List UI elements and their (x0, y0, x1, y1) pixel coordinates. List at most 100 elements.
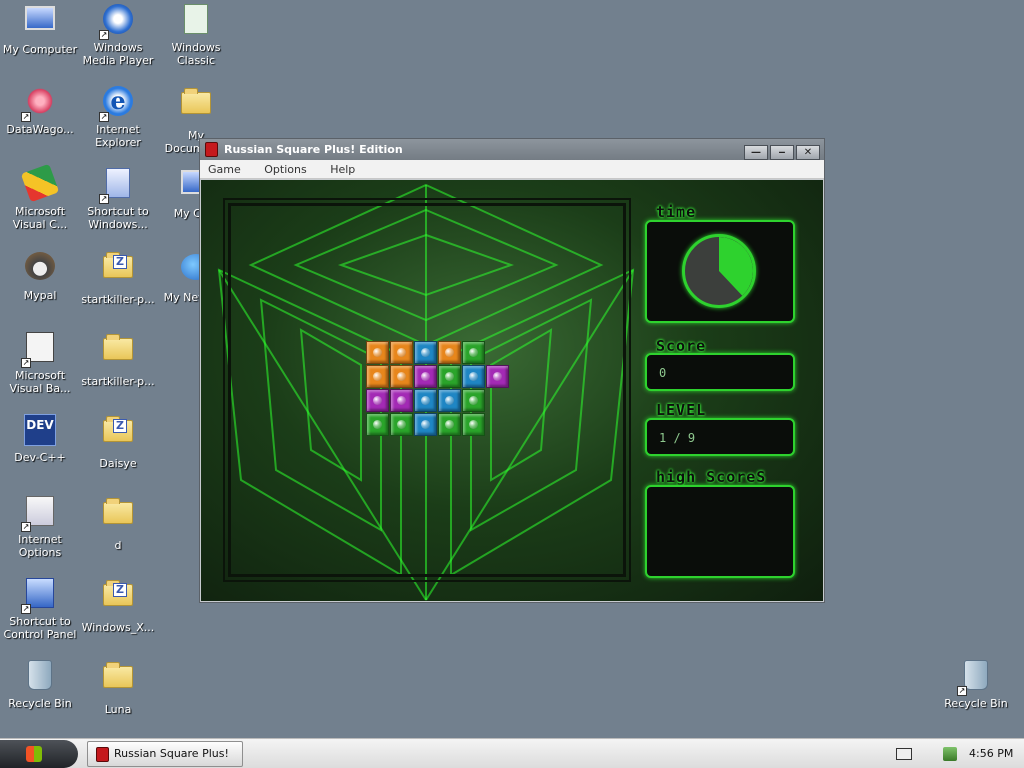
dev-cpp-icon: DEV (24, 414, 56, 446)
zip-folder-icon: Z (103, 416, 133, 442)
desktop-icon-label: Dev-C++ (14, 451, 66, 464)
timer-remaining-wedge (719, 237, 753, 296)
desktop-icon-internet-explorer[interactable]: e ↗ Internet Explorer (78, 86, 158, 149)
desktop-icon-daisye[interactable]: Z Daisye (78, 414, 158, 470)
game-block-green[interactable] (462, 389, 485, 412)
desktop-icon-recycle-bin[interactable]: Recycle Bin (0, 660, 80, 710)
system-clock[interactable]: 4:56 PM (969, 739, 1013, 768)
visual-studio-icon (20, 163, 60, 203)
shortcut-arrow-icon: ↗ (99, 112, 109, 122)
timer-dial (682, 234, 756, 308)
shortcut-arrow-icon: ↗ (21, 522, 31, 532)
level-panel: 1 / 9 (645, 418, 795, 456)
shortcut-arrow-icon: ↗ (99, 194, 109, 204)
desktop-icon-media-player[interactable]: ↗ Windows Media Player (78, 4, 158, 67)
game-block-green[interactable] (438, 413, 461, 436)
desktop-icon-label: Windows Media Player (82, 41, 154, 67)
game-block-orange[interactable] (390, 365, 413, 388)
desktop-icon-luna[interactable]: Luna (78, 660, 158, 716)
game-block-orange[interactable] (438, 341, 461, 364)
game-block-green[interactable] (462, 341, 485, 364)
desktop-icon-control-panel[interactable]: ↗ Shortcut to Control Panel (0, 578, 80, 641)
desktop-icon-dev-cpp[interactable]: DEV Dev-C++ (0, 414, 80, 464)
desktop-icon-label: Daisye (99, 457, 137, 470)
recycle-bin-icon (964, 660, 988, 690)
game-block-orange[interactable] (366, 341, 389, 364)
desktop-icon-label: startkiller-p... (81, 293, 155, 306)
taskbar-button-label: Russian Square Plus! ... (114, 747, 229, 760)
computer-icon (25, 6, 55, 30)
recycle-bin-icon (28, 660, 52, 690)
desktop-icon-startkiller-zip[interactable]: Z startkiller-p... (78, 250, 158, 306)
documents-folder-icon (181, 88, 211, 114)
game-block-blue[interactable] (414, 389, 437, 412)
desktop-icon-label: Shortcut to Control Panel (3, 615, 77, 641)
desktop-icon-label: Microsoft Visual C... (12, 205, 68, 231)
desktop-icon-d[interactable]: d (78, 496, 158, 552)
level-label: LEVEL (656, 401, 707, 419)
desktop-icon-datawago[interactable]: ↗ DataWago... (0, 86, 80, 136)
shortcut-arrow-icon: ↗ (21, 358, 31, 368)
windows-logo-icon (26, 746, 42, 762)
desktop-icon-my-computer[interactable]: My Computer (0, 4, 80, 56)
desktop-icon-label: d (114, 539, 122, 552)
game-block-blue[interactable] (462, 365, 485, 388)
menu-options[interactable]: Options (260, 163, 310, 176)
folder-icon (103, 498, 133, 524)
desktop-icon-recycle-bin-right[interactable]: ↗ Recycle Bin (936, 660, 1016, 710)
desktop-icon-internet-options[interactable]: ↗ Internet Options (0, 496, 80, 559)
game-block-purple[interactable] (390, 389, 413, 412)
game-block-purple[interactable] (414, 365, 437, 388)
menu-game[interactable]: Game (204, 163, 245, 176)
shortcut-arrow-icon: ↗ (957, 686, 967, 696)
minimize-button[interactable]: — (744, 145, 768, 160)
shortcut-arrow-icon: ↗ (99, 30, 109, 40)
game-area: time Score 0 LEVEL 1 / 9 high ScoreS (201, 180, 823, 601)
keyboard-icon[interactable] (896, 748, 912, 760)
desktop-icon-label: Shortcut to Windows... (87, 205, 149, 231)
game-block-blue[interactable] (414, 413, 437, 436)
window-title: Russian Square Plus! Edition (224, 143, 403, 156)
desktop-icon-label: Microsoft Visual Ba... (9, 369, 71, 395)
desktop-icon-label: Recycle Bin (8, 697, 72, 710)
desktop-icon-label: Recycle Bin (944, 697, 1008, 710)
desktop-icon-visual-basic[interactable]: ↗ Microsoft Visual Ba... (0, 332, 80, 395)
game-block-purple[interactable] (486, 365, 509, 388)
game-block-purple[interactable] (366, 389, 389, 412)
shortcut-file-icon (106, 168, 130, 198)
desktop-icon-shortcut-windows[interactable]: ↗ Shortcut to Windows... (78, 168, 158, 231)
app-icon (96, 747, 109, 762)
desktop-icon-mypal[interactable]: Mypal (0, 250, 80, 302)
menu-help[interactable]: Help (326, 163, 359, 176)
desktop-icon-label: Mypal (23, 289, 57, 302)
desktop-icon-label: Luna (104, 703, 132, 716)
zip-folder-icon: Z (103, 252, 133, 278)
window-titlebar[interactable]: Russian Square Plus! Edition — ‒ ✕ (200, 139, 824, 160)
high-scores-panel (645, 485, 795, 578)
game-block-green[interactable] (366, 413, 389, 436)
desktop-icon-label: My Computer (2, 43, 78, 56)
desktop-icon-windows-classic[interactable]: Windows Classic (156, 4, 236, 67)
desktop-icon-windows-x[interactable]: Z Windows_X... (78, 578, 158, 634)
timer-dial-graphic (719, 237, 753, 296)
close-button[interactable]: ✕ (796, 145, 820, 160)
taskbar: Russian Square Plus! ... 4:56 PM (0, 738, 1024, 768)
game-block-green[interactable] (390, 413, 413, 436)
network-tray-icon[interactable] (943, 747, 957, 761)
shortcut-arrow-icon: ↗ (21, 604, 31, 614)
desktop-icon-visual-c[interactable]: Microsoft Visual C... (0, 163, 80, 231)
start-button[interactable] (0, 740, 78, 768)
app-icon[interactable] (205, 142, 218, 157)
taskbar-button-russian-square[interactable]: Russian Square Plus! ... (87, 741, 243, 767)
game-block-green[interactable] (462, 413, 485, 436)
game-block-blue[interactable] (438, 389, 461, 412)
game-block-orange[interactable] (390, 341, 413, 364)
score-value: 0 (659, 366, 667, 380)
game-block-blue[interactable] (414, 341, 437, 364)
desktop-icon-startkiller-folder[interactable]: startkiller-p... (78, 332, 158, 388)
restore-button[interactable]: ‒ (770, 145, 794, 160)
game-block-green[interactable] (438, 365, 461, 388)
game-block-orange[interactable] (366, 365, 389, 388)
theme-file-icon (184, 4, 208, 34)
desktop-icon-label: Windows Classic (171, 41, 221, 67)
